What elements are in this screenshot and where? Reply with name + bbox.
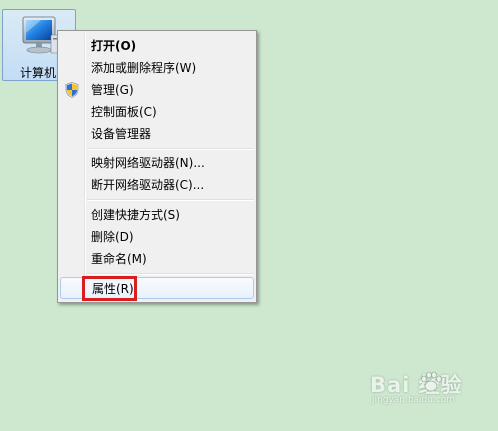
watermark: Bai 经验 jingyan.baidu.com	[370, 369, 480, 409]
menu-item-map-network-drive[interactable]: 映射网络驱动器(N)...	[60, 152, 254, 174]
paw-logo-icon	[421, 371, 442, 392]
menu-item-device-manager-label: 设备管理器	[91, 127, 152, 141]
menu-item-add-remove-programs[interactable]: 添加或删除程序(W)	[60, 57, 254, 79]
context-menu: 打开(O) 添加或删除程序(W) 管理(G) 控制面板(C) 设备管理器 映射网…	[57, 30, 257, 303]
menu-item-manage[interactable]: 管理(G)	[60, 79, 254, 101]
menu-item-delete-label: 删除(D)	[91, 230, 134, 244]
menu-separator	[87, 148, 254, 150]
menu-item-open-label: 打开(O)	[91, 39, 137, 53]
highlight-annotation-box	[82, 276, 137, 301]
menu-item-disconnect-network-drive-label: 断开网络驱动器(C)...	[91, 178, 205, 192]
menu-item-create-shortcut[interactable]: 创建快捷方式(S)	[60, 204, 254, 226]
menu-item-control-panel[interactable]: 控制面板(C)	[60, 101, 254, 123]
menu-item-device-manager[interactable]: 设备管理器	[60, 123, 254, 145]
menu-item-open[interactable]: 打开(O)	[60, 35, 254, 57]
menu-item-delete[interactable]: 删除(D)	[60, 226, 254, 248]
menu-item-add-remove-programs-label: 添加或删除程序(W)	[91, 61, 197, 75]
menu-item-create-shortcut-label: 创建快捷方式(S)	[91, 208, 180, 222]
menu-item-manage-label: 管理(G)	[91, 83, 134, 97]
menu-item-disconnect-network-drive[interactable]: 断开网络驱动器(C)...	[60, 174, 254, 196]
menu-separator	[87, 273, 254, 275]
menu-separator	[87, 199, 254, 201]
computer-icon	[22, 16, 60, 54]
menu-item-map-network-drive-label: 映射网络驱动器(N)...	[91, 156, 205, 170]
watermark-url: jingyan.baidu.com	[372, 395, 456, 405]
uac-shield-icon	[65, 82, 79, 98]
menu-item-rename[interactable]: 重命名(M)	[60, 248, 254, 270]
menu-item-rename-label: 重命名(M)	[91, 252, 147, 266]
menu-item-control-panel-label: 控制面板(C)	[91, 105, 157, 119]
